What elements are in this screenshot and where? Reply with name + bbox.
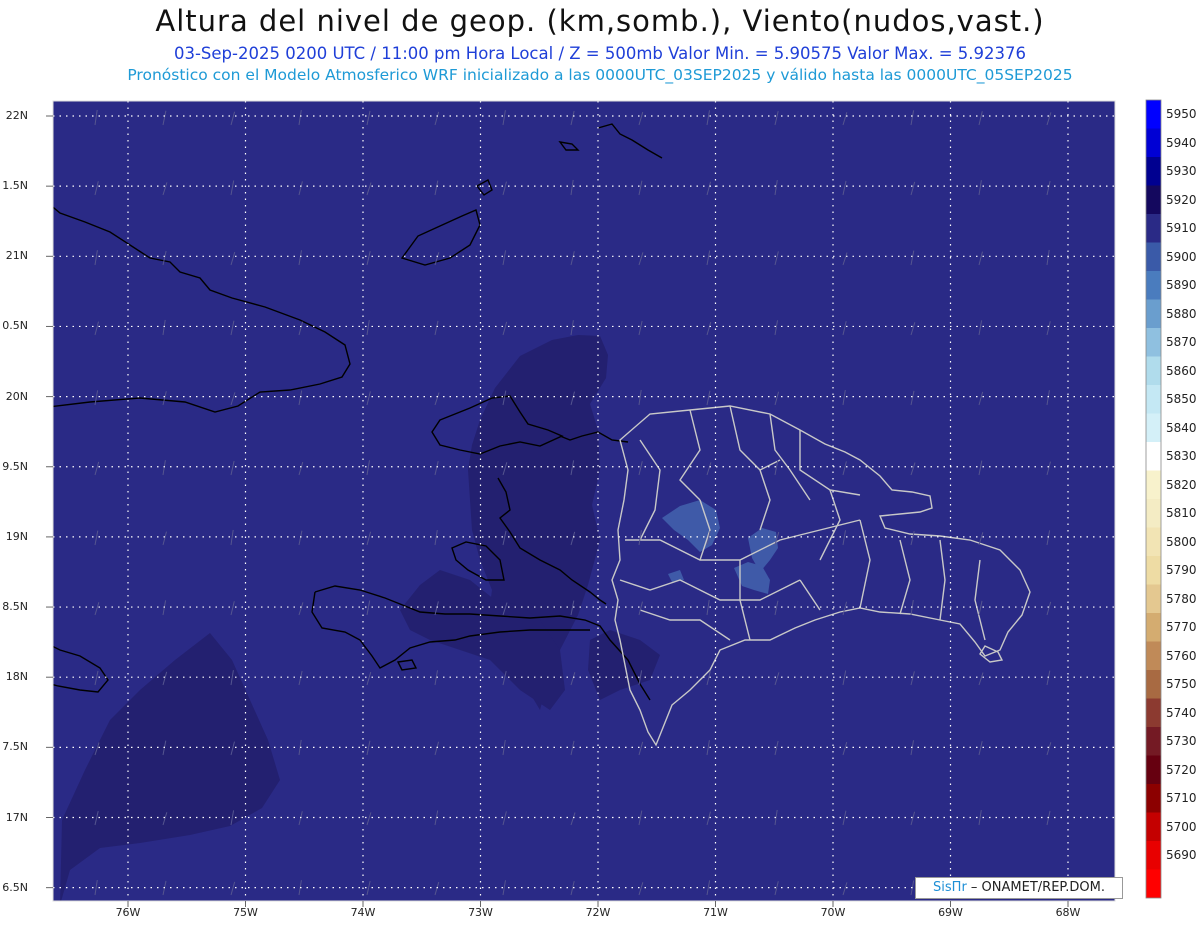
longitude-label: 69W	[938, 906, 963, 919]
longitude-label: 72W	[585, 906, 611, 919]
colorbar-swatch	[1146, 328, 1161, 357]
colorbar-swatch	[1146, 670, 1161, 699]
colorbar-label: 5750	[1166, 677, 1197, 692]
colorbar-swatch	[1146, 242, 1161, 271]
longitude-label: 73W	[468, 906, 493, 919]
longitude-label: 70W	[820, 906, 846, 919]
latitude-label: 7.5N	[2, 740, 28, 754]
wind-barb	[1114, 333, 1115, 335]
longitude-label: 75W	[233, 906, 258, 919]
colorbar-label: 5840	[1166, 420, 1197, 435]
credit-brand: SisПr	[933, 880, 967, 895]
colorbar	[1145, 99, 1162, 899]
colorbar-label: 5780	[1166, 591, 1197, 606]
wind-barb	[1114, 823, 1115, 825]
colorbar-swatch	[1146, 100, 1161, 129]
colorbar-swatch	[1146, 499, 1161, 528]
colorbar-label: 5710	[1166, 791, 1197, 806]
colorbar-label: 5720	[1166, 762, 1197, 777]
colorbar-swatch	[1146, 385, 1161, 414]
wind-barb	[1114, 683, 1115, 685]
longitude-label: 76W	[115, 906, 141, 919]
latitude-label: 0.5N	[2, 319, 28, 333]
colorbar-swatch	[1146, 784, 1161, 813]
colorbar-swatch	[1146, 869, 1161, 898]
colorbar-swatch	[1146, 527, 1161, 556]
colorbar-swatch	[1146, 214, 1161, 243]
longitude-label: 71W	[703, 906, 728, 919]
colorbar-label: 5920	[1166, 192, 1197, 207]
colorbar-label: 5770	[1166, 620, 1197, 635]
colorbar-label: 5910	[1166, 221, 1197, 236]
colorbar-label: 5880	[1166, 306, 1197, 321]
colorbar-swatch	[1146, 556, 1161, 585]
latitude-label: 21N	[5, 249, 28, 263]
colorbar-label: 5690	[1166, 848, 1197, 863]
colorbar-label: 5740	[1166, 705, 1197, 720]
latitude-label: 22N	[5, 109, 28, 122]
colorbar-label: 5900	[1166, 249, 1197, 264]
latitude-label: 17N	[5, 810, 28, 824]
longitude-label: 74W	[350, 906, 376, 919]
colorbar-swatch	[1146, 841, 1161, 870]
latitude-label: 1.5N	[2, 179, 28, 193]
colorbar-label: 5860	[1166, 363, 1197, 378]
colorbar-swatch	[1146, 299, 1161, 328]
colorbar-swatch	[1146, 727, 1161, 756]
colorbar-label: 5760	[1166, 648, 1197, 663]
colorbar-label: 5810	[1166, 506, 1197, 521]
colorbar-swatch	[1146, 356, 1161, 385]
colorbar-swatch	[1146, 271, 1161, 300]
forecast-map	[46, 99, 1162, 907]
colorbar-swatch	[1146, 613, 1161, 642]
colorbar-label: 5870	[1166, 335, 1197, 350]
colorbar-swatch	[1146, 470, 1161, 499]
colorbar-label: 5830	[1166, 449, 1197, 464]
colorbar-swatch	[1146, 584, 1161, 613]
latitude-label: 18N	[5, 670, 28, 684]
colorbar-swatch	[1146, 413, 1161, 442]
colorbar-swatch	[1146, 157, 1161, 186]
colorbar-label: 5820	[1166, 477, 1197, 492]
latitude-label: 6.5N	[2, 880, 28, 894]
longitude-label: 68W	[1055, 906, 1081, 919]
colorbar-label: 5940	[1166, 135, 1197, 150]
latitude-label: 19N	[5, 529, 28, 543]
credit-org: – ONAMET/REP.DOM.	[966, 880, 1105, 895]
colorbar-label: 5850	[1166, 392, 1197, 407]
colorbar-swatch	[1146, 185, 1161, 214]
colorbar-swatch	[1146, 812, 1161, 841]
colorbar-label: 5730	[1166, 734, 1197, 749]
latitude-label: 8.5N	[2, 600, 28, 614]
colorbar-label: 5890	[1166, 278, 1197, 293]
wind-barb	[1114, 193, 1115, 195]
latitude-label: 20N	[5, 389, 28, 403]
colorbar-label: 5790	[1166, 563, 1197, 578]
colorbar-swatch	[1146, 128, 1161, 157]
latitude-label: 9.5N	[2, 459, 28, 473]
colorbar-label: 5950	[1166, 107, 1197, 122]
credit-box: SisПr – ONAMET/REP.DOM.	[915, 877, 1123, 899]
colorbar-swatch	[1146, 755, 1161, 784]
colorbar-label: 5930	[1166, 164, 1197, 179]
colorbar-label: 5700	[1166, 819, 1197, 834]
colorbar-label: 5800	[1166, 534, 1197, 549]
colorbar-swatch	[1146, 641, 1161, 670]
colorbar-swatch	[1146, 442, 1161, 471]
colorbar-swatch	[1146, 698, 1161, 727]
